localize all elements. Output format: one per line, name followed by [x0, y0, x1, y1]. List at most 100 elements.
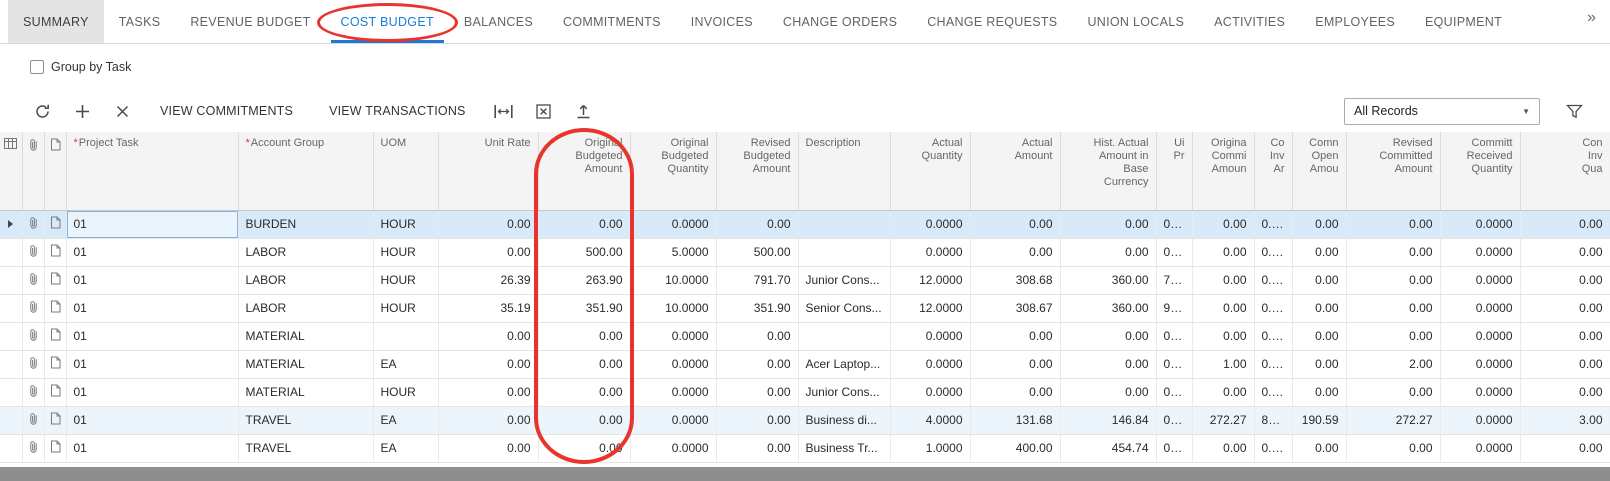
row-attachment-cell[interactable] [22, 434, 44, 462]
cell-revised_budgeted_amount[interactable]: 0.00 [716, 378, 798, 406]
row-settings-header[interactable] [0, 132, 22, 210]
cell-account_group[interactable]: TRAVEL [238, 434, 373, 462]
table-row[interactable]: 01TRAVELEA0.000.000.00000.00Business Tr.… [0, 434, 1610, 462]
cell-revised_committed_amount[interactable]: 0.00 [1346, 294, 1440, 322]
column-header-original_budgeted_quantity[interactable]: Original Budgeted Quantity [630, 132, 716, 210]
row-attachment-cell[interactable] [22, 350, 44, 378]
cell-committed_received_quantity[interactable]: 0.0000 [1440, 322, 1520, 350]
cell-original_committed_amount[interactable]: 0.00 [1192, 266, 1254, 294]
cell-project_task[interactable]: 01 [66, 238, 238, 266]
row-attachment-cell[interactable] [22, 294, 44, 322]
row-note-cell[interactable] [44, 322, 66, 350]
cell-original_budgeted_quantity[interactable]: 0.0000 [630, 378, 716, 406]
row-note-cell[interactable] [44, 350, 66, 378]
cell-description[interactable]: Acer Laptop... [798, 350, 890, 378]
cell-committed_received_quantity[interactable]: 0.0000 [1440, 350, 1520, 378]
cell-original_budgeted_quantity[interactable]: 0.0000 [630, 322, 716, 350]
cell-actual_amount[interactable]: 308.68 [970, 266, 1060, 294]
cell-committed_invoiced_quantity[interactable]: 0.00 [1520, 434, 1610, 462]
cell-description[interactable]: Business Tr... [798, 434, 890, 462]
cell-actual_amount[interactable]: 0.00 [970, 350, 1060, 378]
cell-unit_price[interactable]: 0.00 [1156, 322, 1192, 350]
cell-account_group[interactable]: MATERIAL [238, 350, 373, 378]
cell-hist_actual_amount_in_base_currency[interactable]: 0.00 [1060, 350, 1156, 378]
cell-revised_budgeted_amount[interactable]: 500.00 [716, 238, 798, 266]
tab-tasks[interactable]: TASKS [104, 0, 176, 43]
cell-committed_open_amount[interactable]: 190.59 [1292, 406, 1346, 434]
cell-revised_committed_amount[interactable]: 0.00 [1346, 434, 1440, 462]
row-note-cell[interactable] [44, 266, 66, 294]
cell-unit_rate[interactable]: 0.00 [438, 210, 538, 238]
cell-project_task[interactable]: 01 [66, 266, 238, 294]
cell-committed_invoiced_amount[interactable]: 0.00 [1254, 294, 1292, 322]
cell-original_budgeted_quantity[interactable]: 10.0000 [630, 266, 716, 294]
cell-committed_invoiced_quantity[interactable]: 3.00 [1520, 406, 1610, 434]
cell-committed_received_quantity[interactable]: 0.0000 [1440, 294, 1520, 322]
table-row[interactable]: 01MATERIALEA0.000.000.00000.00Acer Lapto… [0, 350, 1610, 378]
cell-project_task[interactable]: 01 [66, 350, 238, 378]
cell-revised_budgeted_amount[interactable]: 791.70 [716, 266, 798, 294]
cell-account_group[interactable]: LABOR [238, 238, 373, 266]
cell-account_group[interactable]: MATERIAL [238, 322, 373, 350]
cell-unit_rate[interactable]: 26.39 [438, 266, 538, 294]
cell-project_task[interactable]: 01 [66, 434, 238, 462]
column-header-committed_invoiced_amount[interactable]: Co Inv Ar [1254, 132, 1292, 210]
cell-committed_received_quantity[interactable]: 0.0000 [1440, 238, 1520, 266]
cell-revised_committed_amount[interactable]: 0.00 [1346, 238, 1440, 266]
cell-actual_quantity[interactable]: 0.0000 [890, 322, 970, 350]
cell-uom[interactable]: HOUR [373, 266, 438, 294]
cell-revised_committed_amount[interactable]: 0.00 [1346, 322, 1440, 350]
add-row-button[interactable] [62, 96, 102, 126]
table-row[interactable]: 01TRAVELEA0.000.000.00000.00Business di.… [0, 406, 1610, 434]
cell-uom[interactable]: HOUR [373, 294, 438, 322]
cell-unit_price[interactable]: 0.00 [1156, 210, 1192, 238]
cell-original_budgeted_amount[interactable]: 0.00 [538, 350, 630, 378]
cell-original_committed_amount[interactable]: 1.00 [1192, 350, 1254, 378]
cell-committed_invoiced_amount[interactable]: 0.00 [1254, 378, 1292, 406]
cell-original_budgeted_quantity[interactable]: 10.0000 [630, 294, 716, 322]
row-note-cell[interactable] [44, 210, 66, 238]
column-header-revised_committed_amount[interactable]: Revised Committed Amount [1346, 132, 1440, 210]
cell-original_budgeted_quantity[interactable]: 0.0000 [630, 406, 716, 434]
cell-revised_budgeted_amount[interactable]: 0.00 [716, 350, 798, 378]
tab-activities[interactable]: ACTIVITIES [1199, 0, 1300, 43]
cell-committed_invoiced_quantity[interactable]: 0.00 [1520, 210, 1610, 238]
tab-equipment[interactable]: EQUIPMENT [1410, 0, 1517, 43]
column-header-committed_invoiced_quantity[interactable]: Con Inv Qua [1520, 132, 1610, 210]
cell-original_budgeted_amount[interactable]: 0.00 [538, 210, 630, 238]
cell-committed_invoiced_amount[interactable]: 0.00 [1254, 434, 1292, 462]
row-note-cell[interactable] [44, 434, 66, 462]
column-header-unit_rate[interactable]: Unit Rate [438, 132, 538, 210]
cell-committed_open_amount[interactable]: 0.00 [1292, 210, 1346, 238]
cell-description[interactable] [798, 322, 890, 350]
view-transactions-button[interactable]: VIEW TRANSACTIONS [319, 96, 476, 126]
cell-actual_amount[interactable]: 131.68 [970, 406, 1060, 434]
cell-committed_received_quantity[interactable]: 0.0000 [1440, 378, 1520, 406]
cell-account_group[interactable]: LABOR [238, 294, 373, 322]
cell-original_committed_amount[interactable]: 272.27 [1192, 406, 1254, 434]
column-header-actual_quantity[interactable]: Actual Quantity [890, 132, 970, 210]
tab-change-requests[interactable]: CHANGE REQUESTS [912, 0, 1072, 43]
column-header-hist_actual_amount_in_base_currency[interactable]: Hist. Actual Amount in Base Currency [1060, 132, 1156, 210]
cell-account_group[interactable]: MATERIAL [238, 378, 373, 406]
cell-original_committed_amount[interactable]: 0.00 [1192, 210, 1254, 238]
cell-original_budgeted_amount[interactable]: 263.90 [538, 266, 630, 294]
cell-committed_invoiced_quantity[interactable]: 0.00 [1520, 266, 1610, 294]
row-attachment-cell[interactable] [22, 378, 44, 406]
table-row[interactable]: 01MATERIALHOUR0.000.000.00000.00Junior C… [0, 378, 1610, 406]
tab-employees[interactable]: EMPLOYEES [1300, 0, 1410, 43]
row-note-cell[interactable] [44, 406, 66, 434]
column-header-project_task[interactable]: *Project Task [66, 132, 238, 210]
cell-unit_price[interactable]: 0.00 [1156, 378, 1192, 406]
cell-original_budgeted_amount[interactable]: 0.00 [538, 378, 630, 406]
cell-actual_quantity[interactable]: 1.0000 [890, 434, 970, 462]
row-attachment-cell[interactable] [22, 406, 44, 434]
cell-original_budgeted_amount[interactable]: 500.00 [538, 238, 630, 266]
cell-revised_committed_amount[interactable]: 272.27 [1346, 406, 1440, 434]
records-filter-dropdown[interactable]: All Records ▼ [1344, 98, 1540, 125]
column-header-actual_amount[interactable]: Actual Amount [970, 132, 1060, 210]
cell-revised_budgeted_amount[interactable]: 0.00 [716, 210, 798, 238]
column-header-committed_received_quantity[interactable]: Committ Received Quantity [1440, 132, 1520, 210]
cell-unit_price[interactable]: 0.00 [1156, 434, 1192, 462]
cell-hist_actual_amount_in_base_currency[interactable]: 360.00 [1060, 266, 1156, 294]
